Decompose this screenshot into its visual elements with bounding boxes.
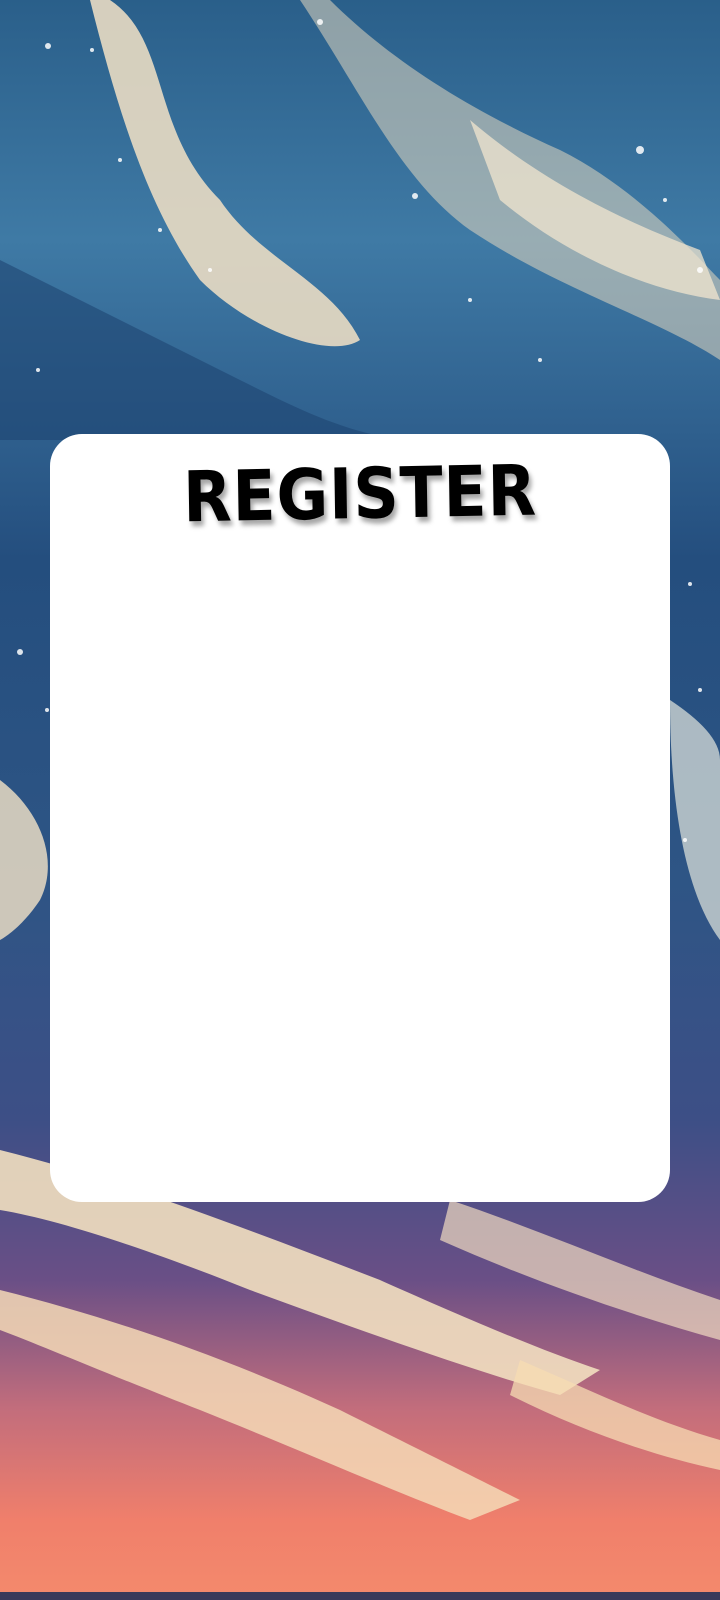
register-title: REGISTER [182, 449, 538, 539]
register-card [50, 434, 670, 1202]
bottom-strip [0, 1592, 720, 1600]
